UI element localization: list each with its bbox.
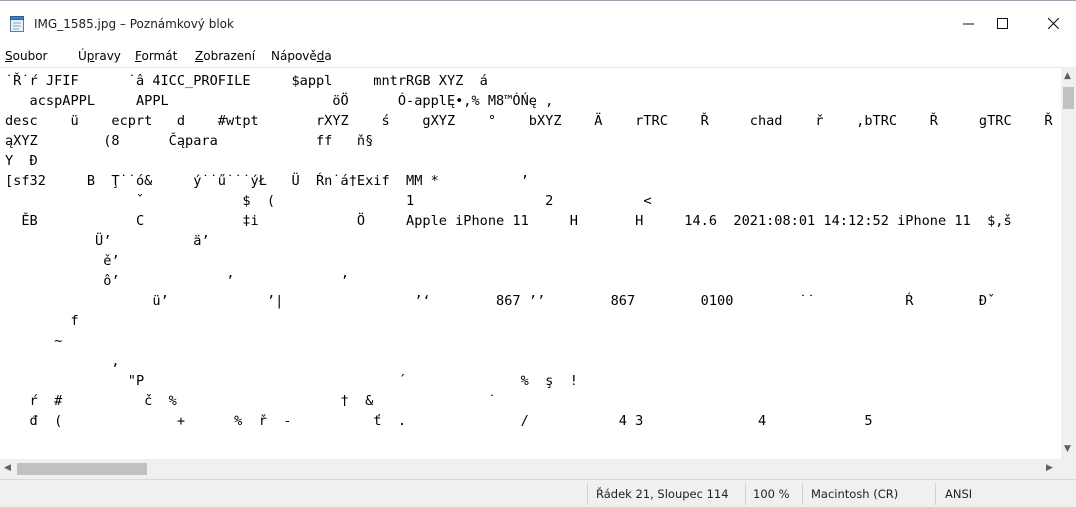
close-button[interactable] xyxy=(1030,1,1076,45)
text-editor-area[interactable]: ˙Ř˙ŕ JFIF ˙â 4ICC_PROFILE $appl mntrRGB … xyxy=(0,67,1061,460)
text-line: ˇ $ ( 1 2 < xyxy=(5,193,652,209)
menu-upravy[interactable]: Úpravy xyxy=(78,49,121,63)
maximize-button[interactable] xyxy=(979,1,1025,45)
cursor-position: Řádek 21, Sloupec 114 xyxy=(596,487,729,501)
text-line: acspAPPL APPL öÖ Ó-applĘ•,% M8™ÓŃę , xyxy=(5,93,554,109)
text-line: desc ü ecprt d #wtpt rXYZ ś gXYZ ° bXYZ … xyxy=(5,113,1053,129)
text-line: đ ( + % ř - ť . / 4 3 4 5 xyxy=(5,413,873,429)
scrollbar-corner xyxy=(1061,459,1076,479)
close-icon xyxy=(1047,17,1059,29)
menu-napoveda[interactable]: Nápověda xyxy=(271,49,332,63)
text-line: ĚB C ‡i Ö Apple iPhone 11 H H 14.6 2021:… xyxy=(5,213,1012,229)
zoom-level: 100 % xyxy=(753,487,790,501)
minimize-icon xyxy=(962,23,974,24)
text-line: ~ xyxy=(5,333,63,349)
scroll-down-icon[interactable]: ▼ xyxy=(1064,444,1071,454)
menu-zobrazeni[interactable]: Zobrazení xyxy=(195,49,255,63)
text-line: ü’ ’| ’‘ 867 ’’ 867 0100 ˙˙ Ŕ Đˇ Ł xyxy=(5,293,1061,309)
vertical-scrollbar[interactable]: ▲ ▼ xyxy=(1061,67,1076,459)
menu-soubor[interactable]: Soubor xyxy=(5,49,47,63)
window-title: IMG_1585.jpg – Poznámkový blok xyxy=(34,17,234,31)
text-line: f xyxy=(5,313,79,329)
menu-bar: Soubor Úpravy Formát Zobrazení Nápověda xyxy=(0,45,1076,67)
scroll-up-icon[interactable]: ▲ xyxy=(1064,71,1071,81)
encoding: ANSI xyxy=(945,487,973,501)
text-line: ŕ # č % † & ˙ xyxy=(5,393,497,409)
maximize-icon xyxy=(996,17,1008,29)
text-line: ô’ ’ ’ xyxy=(5,273,349,289)
text-line: [sf32 B Ţ˙˙ó& ý˙˙ű˙˙˙ýŁ Ü Ŕn˙á†Exif MM *… xyxy=(5,173,529,189)
title-bar[interactable]: IMG_1585.jpg – Poznámkový blok xyxy=(0,1,1076,45)
scroll-right-icon[interactable]: ▶ xyxy=(1046,463,1053,473)
menu-format[interactable]: Formát xyxy=(135,49,177,63)
text-line: ‚ xyxy=(5,353,243,369)
status-divider xyxy=(745,483,746,505)
horizontal-scrollbar[interactable]: ◀ ▶ xyxy=(0,459,1061,479)
text-line: ě’ xyxy=(5,253,120,269)
notepad-window: IMG_1585.jpg – Poznámkový blok Soubor Úp… xyxy=(0,0,1076,507)
line-ending: Macintosh (CR) xyxy=(811,487,899,501)
notepad-icon xyxy=(10,16,24,32)
text-line: Ü’ ä’ xyxy=(5,233,210,249)
scroll-left-icon[interactable]: ◀ xyxy=(4,463,11,473)
vertical-scroll-thumb[interactable] xyxy=(1063,87,1074,109)
text-line: ˙Ř˙ŕ JFIF ˙â 4ICC_PROFILE $appl mntrRGB … xyxy=(5,73,521,89)
text-line: Y Đ xyxy=(5,153,38,169)
horizontal-scroll-thumb[interactable] xyxy=(17,463,147,475)
status-divider xyxy=(587,483,588,505)
status-divider xyxy=(935,483,936,505)
status-divider xyxy=(802,483,803,505)
status-bar: Řádek 21, Sloupec 114 100 % Macintosh (C… xyxy=(0,479,1076,507)
text-line: "P ´ % ş ! xyxy=(5,373,578,389)
text-line: ąXYZ (8 Čąpara ff ň§ xyxy=(5,133,374,149)
